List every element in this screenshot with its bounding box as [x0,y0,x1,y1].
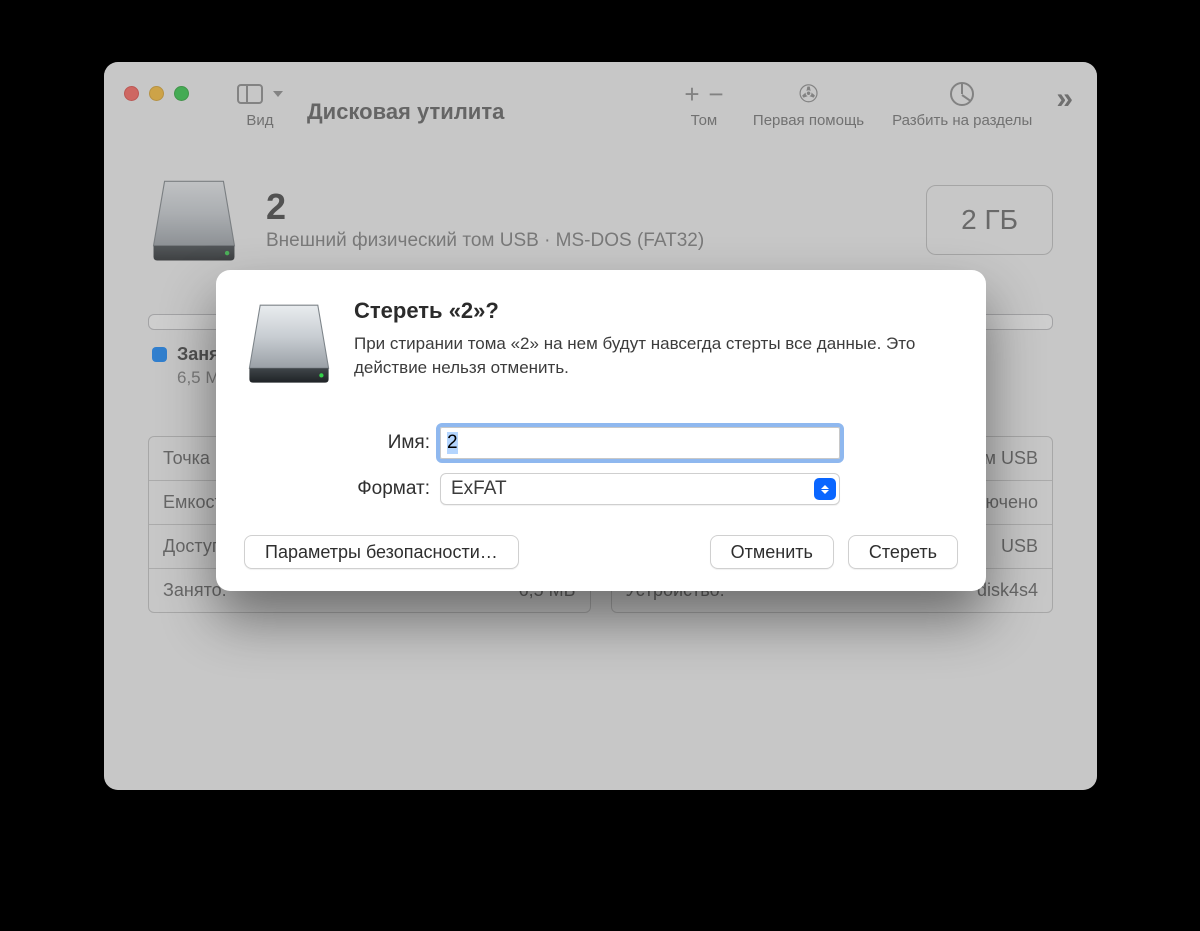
format-select-value: ExFAT [451,478,507,500]
external-drive-icon [244,298,334,393]
drive-name: 2 [266,188,900,226]
minus-icon: − [707,85,725,103]
toolbar-view-label: Вид [246,112,273,129]
updown-chevron-icon [814,478,836,500]
erase-dialog: Стереть «2»? При стирании тома «2» на не… [216,270,986,591]
minimize-window-button[interactable] [149,86,164,101]
app-title: Дисковая утилита [307,99,544,125]
sidebar-icon [237,84,263,104]
erase-button[interactable]: Стереть [848,535,958,569]
name-input[interactable] [440,427,840,459]
window-controls [124,86,189,101]
toolbar-volume-label: Том [691,112,718,129]
toolbar-first-aid[interactable]: ✇ Первая помощь [743,80,874,129]
drive-subtitle: Внешний физический том USB · MS-DOS (FAT… [266,230,900,252]
toolbar-partition[interactable]: Разбить на разделы [882,80,1042,129]
dialog-title: Стереть «2»? [354,298,924,324]
format-label: Формат: [244,478,440,500]
chevron-down-icon [273,91,283,97]
external-drive-icon [148,174,240,266]
format-select[interactable]: ExFAT [440,473,840,505]
zoom-window-button[interactable] [174,86,189,101]
toolbar-overflow[interactable]: » [1050,82,1081,116]
plus-icon: + [683,85,701,103]
erase-form: Имя: Формат: ExFAT [244,427,958,505]
toolbar-first-aid-label: Первая помощь [753,112,864,129]
cancel-button[interactable]: Отменить [710,535,834,569]
toolbar-partition-label: Разбить на разделы [892,112,1032,129]
dialog-description: При стирании тома «2» на нем будут навсе… [354,332,924,380]
toolbar: Вид Дисковая утилита + − Том ✇ Первая по… [104,62,1097,152]
drive-capacity-box: 2 ГБ [926,185,1053,255]
legend-swatch-used [152,347,167,362]
stethoscope-icon: ✇ [798,80,818,109]
name-label: Имя: [244,432,440,454]
toolbar-view[interactable]: Вид [227,80,293,129]
close-window-button[interactable] [124,86,139,101]
security-options-button[interactable]: Параметры безопасности… [244,535,519,569]
toolbar-volume[interactable]: + − Том [673,80,735,129]
pie-chart-icon [950,82,974,106]
